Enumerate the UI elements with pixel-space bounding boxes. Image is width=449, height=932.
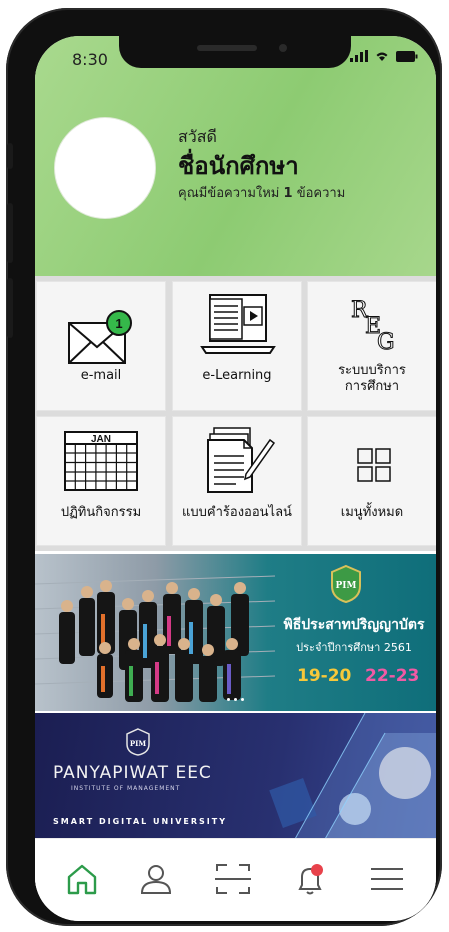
calendar-icon: JAN (64, 431, 138, 491)
email-badge: 1 (115, 316, 122, 331)
reg-label: ระบบบริการ การศึกษา (307, 363, 436, 395)
email-label: e-mail (80, 368, 122, 383)
document-pen-icon (207, 427, 276, 493)
reg-icon-g: G (377, 330, 395, 351)
new-message-text[interactable]: คุณมีข้อความใหม่ 1 ข้อความ (178, 182, 345, 203)
online-form-label: แบบคำร้องออนไลน์ (182, 505, 292, 520)
elearning-tile[interactable]: e-Learning (172, 281, 302, 411)
calendar-month: JAN (91, 434, 111, 445)
notch (119, 36, 351, 68)
nav-profile[interactable] (134, 861, 178, 897)
user-icon (140, 865, 172, 894)
graduation-title: พิธีประสาทปริญญาบัตร (283, 617, 425, 633)
carousel-dot[interactable] (234, 698, 237, 701)
eec-title: PANYAPIWAT EEC (53, 763, 212, 783)
bell-icon (298, 864, 323, 895)
message-count: 1 (283, 186, 293, 201)
grid-menu-icon (357, 448, 391, 482)
eec-banner[interactable]: PIM PANYAPIWAT EEC INSTITUTE OF MANAGEME… (35, 713, 436, 839)
eec-crest-icon: PIM (126, 728, 150, 756)
calendar-label: ปฏิทินกิจกรรม (60, 505, 142, 520)
front-camera (279, 44, 287, 52)
bottom-nav (35, 839, 436, 921)
nav-home[interactable] (60, 861, 104, 897)
graduation-subtitle: ประจำปีการศึกษา 2561 (296, 641, 412, 654)
phone-frame: 8:30 สวัสดี ชื่อนักศึกษา คุณมีข้อความใหม… (6, 8, 442, 926)
profile-header: 8:30 สวัสดี ชื่อนักศึกษา คุณมีข้อความใหม… (35, 36, 436, 276)
scan-icon (215, 864, 251, 894)
reg-label-line1: ระบบบริการ (338, 363, 406, 378)
carousel-dots[interactable] (227, 698, 244, 701)
speaker (197, 45, 257, 51)
nav-menu[interactable] (365, 861, 409, 897)
graduation-logo-text: PIM (336, 581, 357, 591)
eec-institute: INSTITUTE OF MANAGEMENT (71, 785, 181, 792)
nav-notifications[interactable] (288, 861, 332, 897)
status-icons (350, 50, 418, 62)
app-screen: 8:30 สวัสดี ชื่อนักศึกษา คุณมีข้อความใหม… (35, 36, 436, 921)
eec-logo-text: PIM (130, 739, 147, 748)
online-form-tile[interactable]: แบบคำร้องออนไลน์ (172, 416, 302, 546)
student-name: ชื่อนักศึกษา (178, 152, 299, 180)
carousel-dot[interactable] (227, 698, 230, 701)
graduation-date-1: 19-20 (297, 666, 352, 686)
email-tile[interactable]: 1 e-mail (36, 281, 166, 411)
graduates-photo (35, 575, 275, 702)
tech-illustration (269, 713, 436, 839)
laptop-icon (200, 294, 276, 354)
volume-up-button (7, 203, 13, 263)
reg-label-line2: การศึกษา (344, 379, 400, 394)
status-time: 8:30 (72, 50, 108, 69)
wifi-icon (376, 52, 388, 61)
menu-grid: 1 e-mail e-Learning R E G ระบบบริการ การ… (35, 276, 436, 551)
hamburger-icon (371, 868, 403, 890)
home-icon (67, 864, 97, 895)
carousel-dot[interactable] (241, 698, 244, 701)
nav-scan[interactable] (211, 861, 255, 897)
signal-icon (350, 50, 368, 62)
graduation-date-2: 22-23 (365, 666, 420, 686)
all-menu-tile[interactable]: เมนูทั้งหมด (307, 416, 436, 546)
battery-icon (396, 50, 418, 62)
all-menu-label: เมนูทั้งหมด (340, 505, 404, 520)
pim-crest-icon: PIM (331, 564, 361, 604)
reg-tile[interactable]: R E G ระบบบริการ การศึกษา (307, 281, 436, 411)
volume-down-button (7, 278, 13, 338)
calendar-tile[interactable]: JAN ปฏิทินกิจกรรม (36, 416, 166, 546)
silent-switch (7, 143, 13, 169)
reg-icon: R E G (351, 298, 396, 352)
envelope-icon: 1 (68, 310, 132, 364)
avatar[interactable] (60, 123, 150, 213)
eec-tagline: SMART DIGITAL UNIVERSITY (53, 817, 227, 826)
message-suffix: ข้อความ (296, 186, 346, 201)
message-prefix: คุณมีข้อความใหม่ (178, 186, 280, 201)
elearning-label: e-Learning (202, 368, 272, 383)
status-bar: 8:30 (35, 36, 436, 76)
graduation-banner[interactable]: PIM พิธีประสาทปริญญาบัตร ประจำปีการศึกษา… (35, 554, 436, 711)
